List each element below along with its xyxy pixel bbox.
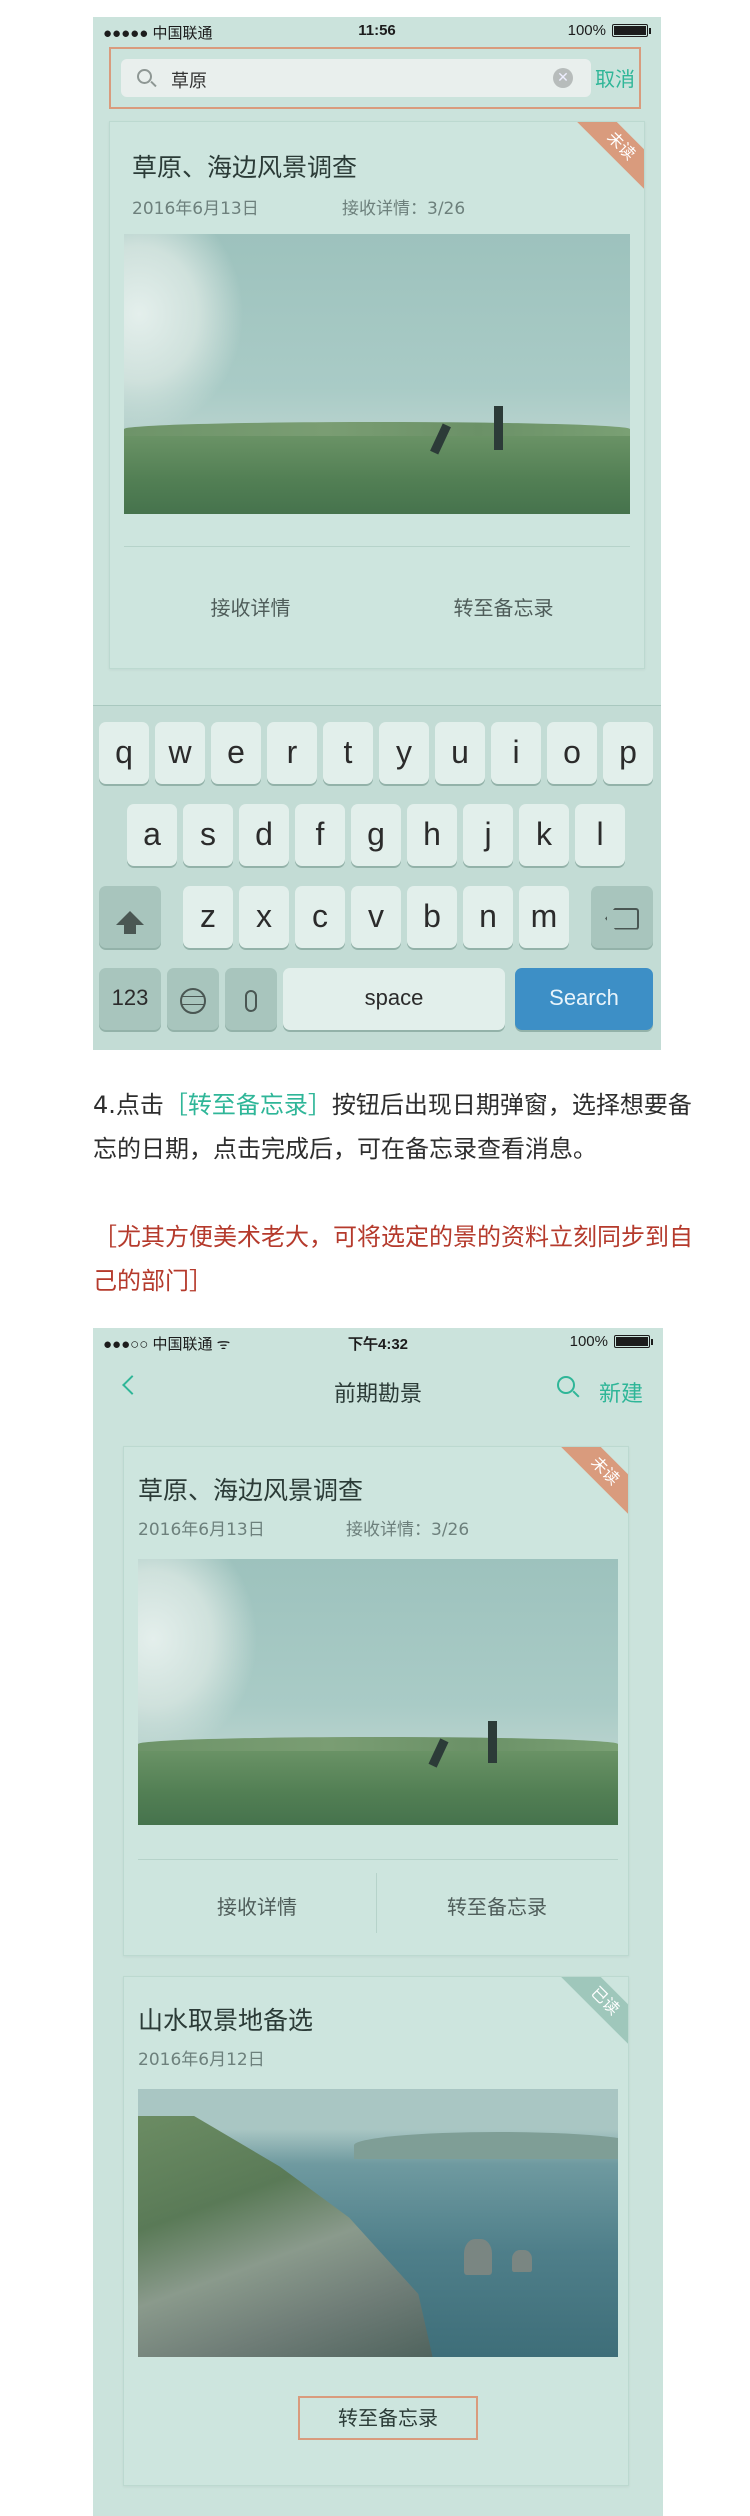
phone-screen-search: ●●●●● 中国联通 11:56 100% 草原 ✕ 取消 未读 草原、海边风景…	[93, 17, 661, 1050]
page-title: 前期勘景	[333, 1382, 422, 1407]
grassland-photo	[138, 1559, 618, 1825]
globe-icon	[180, 987, 206, 1014]
numbers-key[interactable]: 123	[99, 968, 161, 1030]
new-button[interactable]: 新建	[599, 1376, 643, 1408]
key-l[interactable]: l	[575, 804, 625, 866]
key-h[interactable]: h	[407, 804, 457, 866]
delete-key[interactable]	[591, 886, 653, 948]
key-g[interactable]: g	[351, 804, 401, 866]
key-o[interactable]: o	[547, 722, 597, 784]
photo-far-shore	[354, 2131, 618, 2159]
coast-photo	[138, 2089, 618, 2357]
person-figure	[488, 1721, 497, 1763]
shift-key[interactable]	[99, 886, 161, 948]
clear-icon[interactable]: ✕	[553, 68, 573, 88]
search-bar: 草原 ✕ 取消	[109, 47, 641, 109]
shift-icon	[116, 911, 144, 934]
cancel-button[interactable]: 取消	[595, 63, 635, 92]
battery-status: 100%	[568, 22, 651, 39]
battery-percent: 100%	[569, 1333, 608, 1350]
photo-ground	[138, 1737, 618, 1825]
card-receive-info: 接收详情：3/26	[342, 199, 466, 219]
card-divider-vertical	[376, 1873, 377, 1933]
battery-tip	[649, 27, 651, 34]
key-q[interactable]: q	[99, 722, 149, 784]
dictation-key[interactable]	[225, 968, 277, 1030]
card-receive-info: 接收详情：3/26	[346, 1520, 470, 1540]
grassland-photo	[124, 234, 630, 514]
key-m[interactable]: m	[519, 886, 569, 948]
unread-badge: 未读	[572, 122, 644, 195]
card-divider	[124, 546, 630, 547]
read-badge: 已读	[556, 1977, 628, 2050]
receive-details-button[interactable]: 接收详情	[138, 1891, 376, 1920]
key-k[interactable]: k	[519, 804, 569, 866]
photo-cloud	[124, 234, 244, 434]
move-to-memo-button[interactable]: 转至备忘录	[377, 592, 630, 621]
battery-icon	[612, 24, 648, 37]
photo-rock	[464, 2239, 493, 2276]
card-date: 2016年6月13日	[138, 1520, 265, 1540]
key-y[interactable]: y	[379, 722, 429, 784]
key-i[interactable]: i	[491, 722, 541, 784]
battery-status: 100%	[570, 1333, 653, 1350]
key-j[interactable]: j	[463, 804, 513, 866]
search-icon[interactable]	[557, 1376, 575, 1394]
search-key[interactable]: Search	[515, 968, 653, 1030]
survey-card[interactable]: 未读 草原、海边风景调查 2016年6月13日 接收详情：3/26 接收详情 转…	[109, 121, 645, 669]
phone-screen-list: ●●●○○ 中国联通 ᯤ 下午4:32 100% 前期勘景 新建 未读 草原、海…	[93, 1328, 663, 2516]
battery-icon	[614, 1335, 650, 1348]
battery-tip	[651, 1338, 653, 1345]
key-t[interactable]: t	[323, 722, 373, 784]
step-prefix: 4.点击	[93, 1091, 164, 1119]
key-b[interactable]: b	[407, 886, 457, 948]
key-a[interactable]: a	[127, 804, 177, 866]
key-n[interactable]: n	[463, 886, 513, 948]
nav-bar: 前期勘景 新建	[93, 1356, 663, 1414]
search-input[interactable]: 草原 ✕	[121, 59, 591, 97]
status-bar: ●●●●● 中国联通 11:56 100%	[93, 17, 661, 43]
card-title: 草原、海边风景调查	[138, 1476, 364, 1505]
search-value: 草原	[171, 71, 207, 92]
search-icon	[137, 69, 152, 84]
globe-key[interactable]	[167, 968, 219, 1030]
key-v[interactable]: v	[351, 886, 401, 948]
move-to-memo-button[interactable]: 转至备忘录	[378, 1891, 616, 1920]
card-title: 草原、海边风景调查	[132, 153, 358, 182]
card-date: 2016年6月13日	[132, 199, 259, 219]
unread-badge: 未读	[556, 1447, 628, 1520]
key-w[interactable]: w	[155, 722, 205, 784]
move-to-memo-button[interactable]: 转至备忘录	[298, 2396, 478, 2440]
photo-cloud	[138, 1559, 258, 1759]
keyboard: q w e r t y u i o p a s d f g h j k l z …	[93, 705, 661, 1050]
key-d[interactable]: d	[239, 804, 289, 866]
key-u[interactable]: u	[435, 722, 485, 784]
key-s[interactable]: s	[183, 804, 233, 866]
key-x[interactable]: x	[239, 886, 289, 948]
key-c[interactable]: c	[295, 886, 345, 948]
key-p[interactable]: p	[603, 722, 653, 784]
step-description: 4.点击［转至备忘录］按钮后出现日期弹窗，选择想要备忘的日期，点击完成后，可在备…	[93, 1083, 693, 1171]
key-e[interactable]: e	[211, 722, 261, 784]
space-key[interactable]: space	[283, 968, 505, 1030]
person-figure	[494, 406, 503, 450]
receive-details-button[interactable]: 接收详情	[124, 592, 377, 621]
microphone-icon	[245, 989, 257, 1012]
card-title: 山水取景地备选	[138, 2006, 314, 2035]
card-date: 2016年6月12日	[138, 2050, 265, 2070]
step-note: ［尤其方便美术老大，可将选定的景的资料立刻同步到自己的部门］	[93, 1223, 693, 1295]
key-z[interactable]: z	[183, 886, 233, 948]
key-f[interactable]: f	[295, 804, 345, 866]
battery-percent: 100%	[567, 22, 606, 39]
photo-ground	[124, 422, 630, 514]
status-bar: ●●●○○ 中国联通 ᯤ 下午4:32 100%	[93, 1328, 663, 1354]
backspace-icon	[605, 907, 639, 930]
key-r[interactable]: r	[267, 722, 317, 784]
card-divider	[138, 1859, 618, 1860]
survey-card[interactable]: 未读 草原、海边风景调查 2016年6月13日 接收详情：3/26 接收详情 转…	[123, 1446, 629, 1956]
step-highlight: ［转至备忘录］	[163, 1091, 332, 1119]
photo-rock	[512, 2249, 533, 2272]
